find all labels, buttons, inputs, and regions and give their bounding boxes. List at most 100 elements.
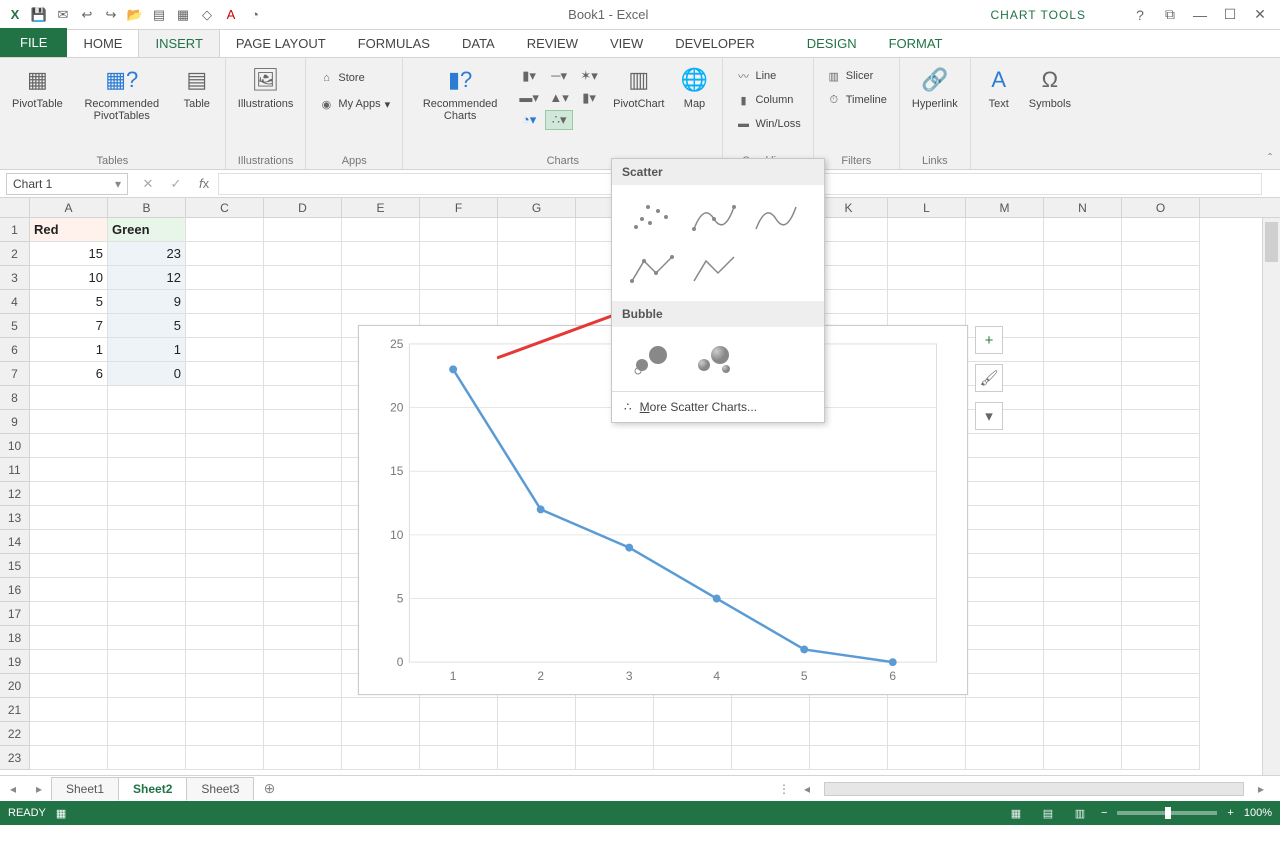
cell[interactable] xyxy=(108,578,186,602)
cell[interactable]: 5 xyxy=(30,290,108,314)
cell[interactable] xyxy=(1122,218,1200,242)
cell[interactable] xyxy=(186,698,264,722)
row-header[interactable]: 17 xyxy=(0,602,30,626)
cell[interactable] xyxy=(966,290,1044,314)
sort-icon[interactable]: ▤ xyxy=(148,4,170,26)
cell[interactable] xyxy=(264,290,342,314)
cell[interactable] xyxy=(186,674,264,698)
sparkline-winloss-button[interactable]: ▬Win/Loss xyxy=(731,114,804,134)
col-header[interactable]: O xyxy=(1122,198,1200,217)
save-icon[interactable]: 💾 xyxy=(28,4,50,26)
cell[interactable] xyxy=(264,386,342,410)
cell[interactable] xyxy=(1044,362,1122,386)
cell[interactable] xyxy=(420,266,498,290)
illustrations-button[interactable]: 🖼Illustrations xyxy=(234,62,298,112)
cell[interactable] xyxy=(186,602,264,626)
cell[interactable] xyxy=(108,698,186,722)
border-icon[interactable]: ▦ xyxy=(172,4,194,26)
pivottable-button[interactable]: ▦PivotTable xyxy=(8,62,67,112)
cell[interactable] xyxy=(420,698,498,722)
scatter-markers-option[interactable] xyxy=(626,197,676,237)
ribbon-display-icon[interactable]: ⧉ xyxy=(1156,4,1184,26)
cell[interactable] xyxy=(1044,434,1122,458)
cell[interactable] xyxy=(186,338,264,362)
cell[interactable] xyxy=(30,602,108,626)
tab-file[interactable]: FILE xyxy=(0,28,67,57)
sheet-nav-next[interactable]: ▸ xyxy=(26,782,52,796)
cell[interactable] xyxy=(1122,626,1200,650)
cell[interactable] xyxy=(1044,314,1122,338)
horizontal-scrollbar[interactable] xyxy=(824,782,1244,796)
row-header[interactable]: 7 xyxy=(0,362,30,386)
cell[interactable] xyxy=(108,458,186,482)
cell[interactable] xyxy=(1122,674,1200,698)
cell[interactable] xyxy=(342,698,420,722)
cell[interactable] xyxy=(576,698,654,722)
tab-insert[interactable]: INSERT xyxy=(138,29,219,57)
cell[interactable] xyxy=(186,482,264,506)
select-all-corner[interactable] xyxy=(0,198,30,217)
col-header[interactable]: E xyxy=(342,198,420,217)
cell[interactable] xyxy=(1122,458,1200,482)
column-chart-button[interactable]: ▮▾ xyxy=(515,66,543,86)
row-header[interactable]: 1 xyxy=(0,218,30,242)
row-header[interactable]: 15 xyxy=(0,554,30,578)
cell[interactable] xyxy=(1122,266,1200,290)
cell[interactable] xyxy=(654,746,732,770)
table-button[interactable]: ▤Table xyxy=(177,62,217,112)
cell[interactable]: Red xyxy=(30,218,108,242)
cell[interactable] xyxy=(888,722,966,746)
cell[interactable] xyxy=(732,746,810,770)
cell[interactable] xyxy=(186,266,264,290)
tab-home[interactable]: HOME xyxy=(67,30,138,57)
cell[interactable]: 10 xyxy=(30,266,108,290)
col-header[interactable]: B xyxy=(108,198,186,217)
cell[interactable] xyxy=(108,506,186,530)
radar-chart-button[interactable]: ✶▾ xyxy=(575,66,603,86)
cell[interactable] xyxy=(732,698,810,722)
row-header[interactable]: 16 xyxy=(0,578,30,602)
sparkline-line-button[interactable]: 〰Line xyxy=(731,66,804,86)
undo-icon[interactable]: ↩ xyxy=(76,4,98,26)
cell[interactable] xyxy=(498,266,576,290)
bubble-3d-option[interactable] xyxy=(688,339,738,379)
cell[interactable] xyxy=(654,722,732,746)
col-header[interactable]: L xyxy=(888,198,966,217)
tab-design[interactable]: DESIGN xyxy=(791,30,873,57)
cell[interactable] xyxy=(1122,602,1200,626)
cell[interactable] xyxy=(186,242,264,266)
cell[interactable] xyxy=(1044,290,1122,314)
cell[interactable] xyxy=(1122,410,1200,434)
cell[interactable] xyxy=(966,602,1044,626)
cell[interactable] xyxy=(264,722,342,746)
cell[interactable] xyxy=(498,242,576,266)
shapes-icon[interactable]: ◇ xyxy=(196,4,218,26)
cell[interactable] xyxy=(966,650,1044,674)
cell[interactable] xyxy=(264,434,342,458)
cell[interactable] xyxy=(342,746,420,770)
cell[interactable] xyxy=(1044,626,1122,650)
cell[interactable] xyxy=(1044,218,1122,242)
cell[interactable] xyxy=(186,722,264,746)
cell[interactable]: 1 xyxy=(30,338,108,362)
cell[interactable] xyxy=(264,650,342,674)
store-button[interactable]: ⌂Store xyxy=(314,68,394,88)
cell[interactable] xyxy=(1044,458,1122,482)
cell[interactable] xyxy=(1044,530,1122,554)
cell[interactable] xyxy=(420,242,498,266)
row-header[interactable]: 5 xyxy=(0,314,30,338)
cell[interactable] xyxy=(264,626,342,650)
cell[interactable] xyxy=(1044,602,1122,626)
cell[interactable]: 7 xyxy=(30,314,108,338)
cell[interactable] xyxy=(30,650,108,674)
cell[interactable] xyxy=(186,314,264,338)
text-button[interactable]: AText xyxy=(979,62,1019,112)
sheet-nav-prev[interactable]: ◂ xyxy=(0,782,26,796)
row-header[interactable]: 18 xyxy=(0,626,30,650)
cell[interactable] xyxy=(966,698,1044,722)
cell[interactable]: 0 xyxy=(108,362,186,386)
cell[interactable] xyxy=(1122,506,1200,530)
hscroll-left[interactable]: ◂ xyxy=(794,782,820,796)
cell[interactable] xyxy=(810,698,888,722)
cell[interactable] xyxy=(654,698,732,722)
